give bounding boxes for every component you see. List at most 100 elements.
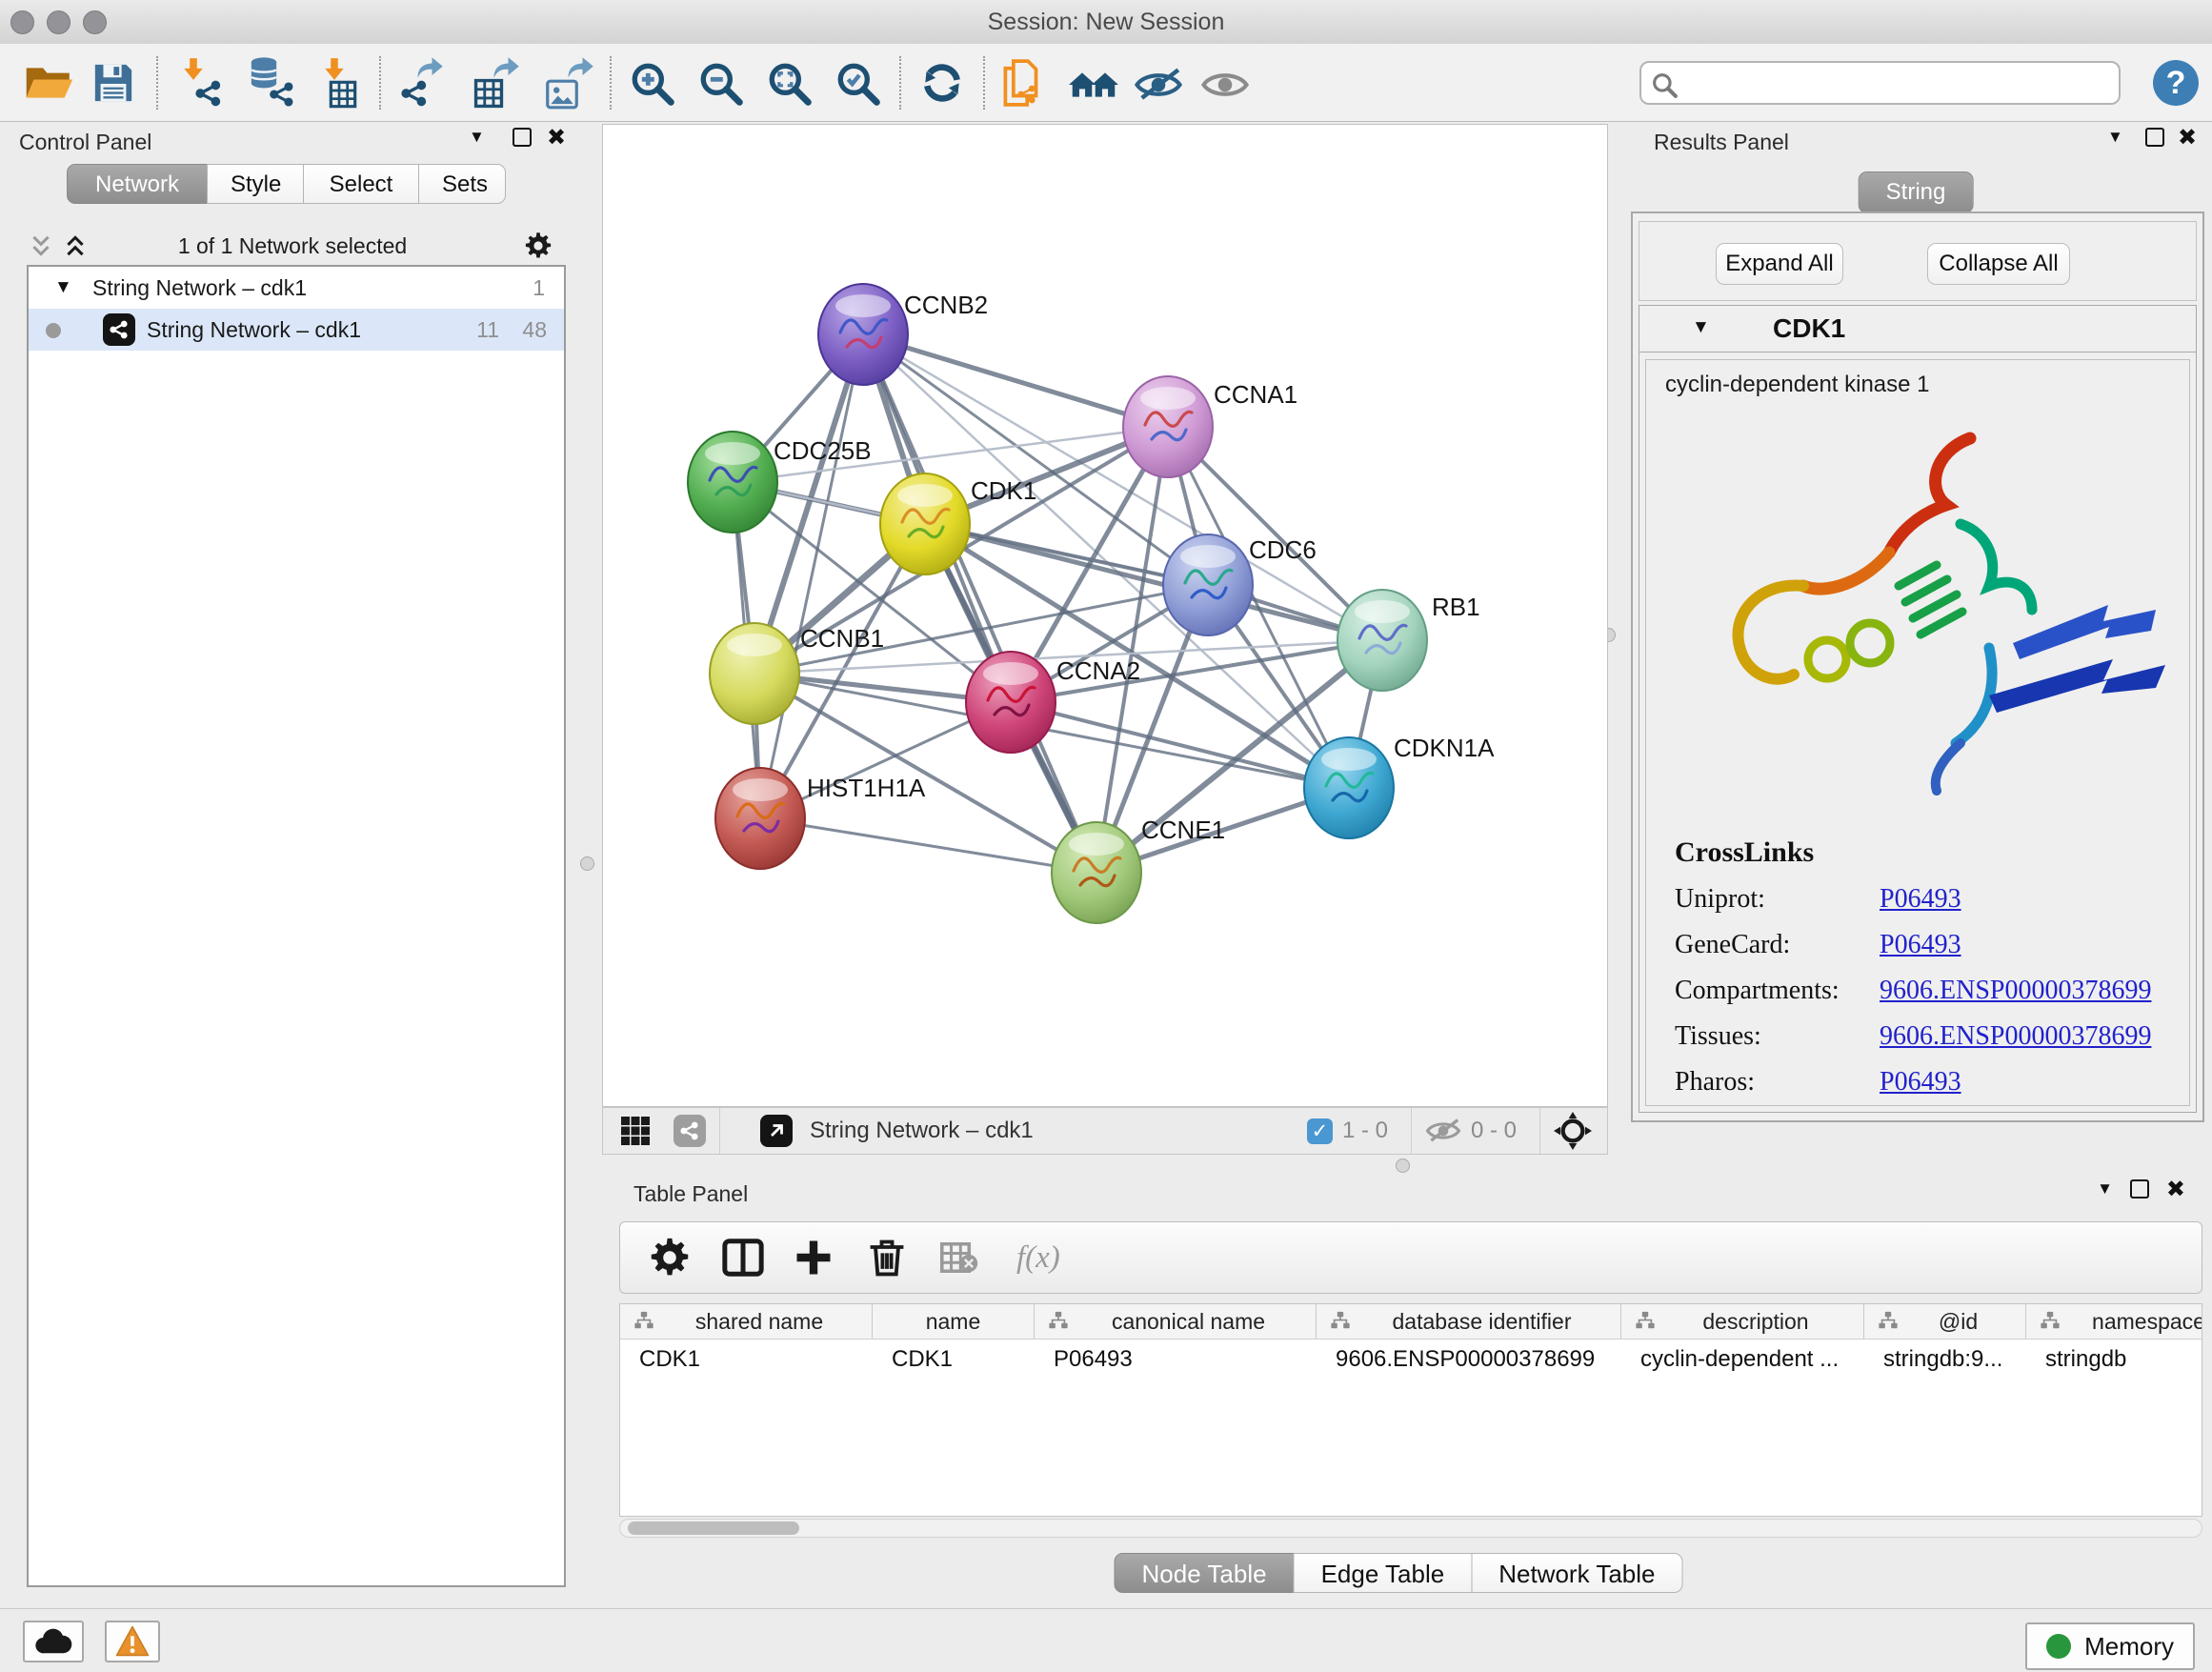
column-label: description: [1648, 1309, 1863, 1335]
column-header-name[interactable]: name: [873, 1304, 1035, 1339]
gene-header-row[interactable]: ▼ CDK1: [1639, 306, 2196, 353]
column-header-canonical-name[interactable]: canonical name: [1035, 1304, 1317, 1339]
birdseye-crosshair-icon[interactable]: [1554, 1112, 1592, 1150]
table-cell[interactable]: stringdb: [2026, 1340, 2202, 1380]
panel-float-icon[interactable]: [513, 128, 532, 152]
show-all-networks-button[interactable]: [1067, 56, 1118, 110]
panel-menu-dropdown-icon[interactable]: ▼: [469, 128, 485, 147]
export-image-button[interactable]: [543, 56, 594, 110]
expand-all-button[interactable]: Expand All: [1716, 243, 1843, 285]
edge-CCNB2-HIST1H1A[interactable]: [760, 334, 863, 818]
collection-caret-icon[interactable]: ▼: [54, 277, 72, 298]
scrollbar-thumb[interactable]: [628, 1521, 799, 1535]
tab-sets[interactable]: Sets: [418, 164, 506, 204]
zoom-selected-button[interactable]: [833, 56, 884, 110]
gene-collapse-caret-icon[interactable]: ▼: [1692, 317, 1710, 338]
table-cell[interactable]: cyclin-dependent ...: [1621, 1340, 1864, 1380]
show-columns-button[interactable]: [721, 1235, 767, 1280]
table-row[interactable]: CDK1CDK1P064939606.ENSP00000378699cyclin…: [620, 1340, 2202, 1380]
node-CCNB1[interactable]: [710, 623, 799, 724]
column-header-namespace[interactable]: namespace: [2026, 1304, 2202, 1339]
node-CDC25B[interactable]: [688, 432, 777, 533]
detach-view-icon[interactable]: [760, 1115, 793, 1147]
panel-menu-dropdown-icon[interactable]: ▼: [2097, 1179, 2113, 1199]
tab-string[interactable]: String: [1859, 171, 1974, 213]
tab-style[interactable]: Style: [207, 164, 304, 204]
zoom-in-button[interactable]: [627, 56, 678, 110]
vertical-splitter-handle[interactable]: [580, 856, 594, 871]
refresh-layout-button[interactable]: [916, 56, 968, 110]
tab-edge-table[interactable]: Edge Table: [1294, 1553, 1473, 1593]
panel-float-icon[interactable]: [2130, 1179, 2149, 1204]
table-cell[interactable]: P06493: [1035, 1340, 1317, 1380]
table-cell[interactable]: CDK1: [620, 1340, 873, 1380]
table-cell[interactable]: CDK1: [873, 1340, 1035, 1380]
search-input[interactable]: [1685, 65, 2108, 103]
tab-network-table[interactable]: Network Table: [1471, 1553, 1682, 1593]
export-network-button[interactable]: [396, 56, 448, 110]
network-collection-row[interactable]: ▼ String Network – cdk1 1: [29, 267, 564, 309]
node-CDC6[interactable]: [1163, 534, 1253, 635]
panel-float-icon[interactable]: [2145, 128, 2164, 152]
node-CDKN1A[interactable]: [1304, 737, 1394, 838]
save-session-button[interactable]: [90, 56, 141, 110]
window-title: Session: New Session: [0, 9, 2212, 36]
table-settings-button[interactable]: [649, 1235, 694, 1280]
table-cell[interactable]: stringdb:9...: [1864, 1340, 2026, 1380]
selected-checkbox-icon[interactable]: ✓: [1307, 1118, 1333, 1144]
memory-button[interactable]: Memory: [2025, 1622, 2195, 1670]
network-options-gear-icon[interactable]: [524, 232, 553, 260]
node-CCNE1[interactable]: [1052, 822, 1141, 923]
node-CCNA1[interactable]: [1123, 376, 1213, 477]
crosslink-link[interactable]: P06493: [1880, 930, 1961, 960]
node-CCNB2[interactable]: [818, 284, 908, 385]
show-selected-button[interactable]: [1200, 56, 1252, 110]
tab-network[interactable]: Network: [67, 164, 208, 204]
string-view-icon[interactable]: [674, 1115, 706, 1147]
zoom-out-button[interactable]: [695, 56, 747, 110]
column-label: canonical name: [1061, 1309, 1316, 1335]
node-HIST1H1A[interactable]: [715, 768, 805, 869]
clone-network-button[interactable]: [1000, 56, 1052, 110]
edge-HIST1H1A-CCNE1[interactable]: [760, 818, 1096, 873]
delete-column-button[interactable]: [866, 1235, 912, 1280]
panel-close-icon[interactable]: ✖: [547, 124, 566, 151]
export-table-button[interactable]: [471, 56, 522, 110]
crosslink-link[interactable]: 9606.ENSP00000378699: [1880, 976, 2151, 1006]
toolbar-separator: [379, 56, 381, 110]
cloud-status-button[interactable]: [23, 1621, 84, 1662]
zoom-fit-button[interactable]: [764, 56, 815, 110]
node-CDK1[interactable]: [880, 473, 970, 574]
crosslink-link[interactable]: P06493: [1880, 1067, 1961, 1098]
import-network-file-button[interactable]: [173, 56, 225, 110]
horizontal-splitter-handle[interactable]: [1396, 1158, 1410, 1173]
node-RB1[interactable]: [1337, 590, 1427, 691]
edge-CCNB2-CCNA1[interactable]: [863, 334, 1168, 427]
delete-table-button[interactable]: [938, 1235, 984, 1280]
network-canvas[interactable]: CCNB2CCNA1CDC25BCDK1CDC6RB1CCNB1CCNA2CDK…: [602, 124, 1608, 1107]
help-button[interactable]: ?: [2153, 60, 2199, 106]
add-column-button[interactable]: [794, 1235, 839, 1280]
tab-select[interactable]: Select: [303, 164, 419, 204]
panel-close-icon[interactable]: ✖: [2178, 124, 2197, 151]
import-network-database-button[interactable]: [244, 56, 295, 110]
column-header-shared-name[interactable]: shared name: [620, 1304, 873, 1339]
panel-menu-dropdown-icon[interactable]: ▼: [2107, 128, 2123, 147]
tab-node-table[interactable]: Node Table: [1115, 1553, 1295, 1593]
import-table-file-button[interactable]: [312, 56, 364, 110]
panel-close-icon[interactable]: ✖: [2166, 1176, 2185, 1203]
crosslink-link[interactable]: P06493: [1880, 884, 1961, 915]
open-session-button[interactable]: [25, 56, 76, 110]
table-cell[interactable]: 9606.ENSP00000378699: [1317, 1340, 1621, 1380]
column-header-description[interactable]: description: [1621, 1304, 1864, 1339]
node-CCNA2[interactable]: [966, 652, 1056, 753]
function-builder-icon[interactable]: f(x): [1016, 1240, 1060, 1276]
warnings-button[interactable]: [105, 1621, 160, 1662]
collapse-all-button[interactable]: Collapse All: [1927, 243, 2070, 285]
network-row[interactable]: String Network – cdk1 11 48: [29, 309, 564, 351]
hide-selected-button[interactable]: [1134, 56, 1185, 110]
column-header--id[interactable]: @id: [1864, 1304, 2026, 1339]
grid-view-icon[interactable]: [618, 1114, 653, 1148]
column-header-database-identifier[interactable]: database identifier: [1317, 1304, 1621, 1339]
crosslink-link[interactable]: 9606.ENSP00000378699: [1880, 1021, 2151, 1052]
